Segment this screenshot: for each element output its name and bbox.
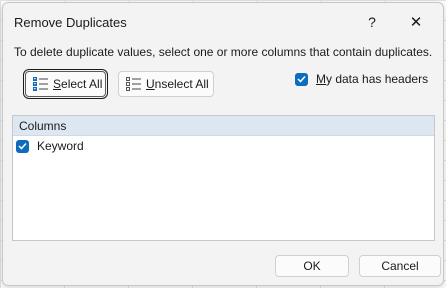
select-all-icon bbox=[33, 77, 48, 91]
ok-button[interactable]: OK bbox=[275, 255, 349, 277]
unselect-all-icon bbox=[126, 77, 141, 91]
my-data-has-headers-label: My data has headers bbox=[316, 72, 429, 86]
help-icon: ? bbox=[368, 14, 376, 30]
column-label: Keyword bbox=[37, 139, 84, 153]
columns-header: Columns bbox=[13, 116, 434, 136]
title-bar: Remove Duplicates ? ✕ bbox=[3, 3, 443, 41]
close-icon: ✕ bbox=[409, 14, 423, 31]
list-item[interactable]: Keyword bbox=[13, 136, 434, 156]
help-button[interactable]: ? bbox=[355, 7, 389, 37]
checkbox-checked-icon[interactable] bbox=[16, 139, 29, 153]
unselect-all-button[interactable]: Unselect All bbox=[118, 71, 214, 97]
my-data-has-headers-checkbox[interactable]: My data has headers bbox=[295, 72, 428, 86]
columns-list[interactable]: Columns Keyword bbox=[12, 115, 435, 241]
unselect-all-label: Unselect All bbox=[146, 77, 209, 91]
checkbox-checked-icon bbox=[295, 72, 308, 86]
instruction-text: To delete duplicate values, select one o… bbox=[14, 45, 433, 59]
cancel-button[interactable]: Cancel bbox=[359, 255, 441, 277]
remove-duplicates-dialog: Remove Duplicates ? ✕ To delete duplicat… bbox=[2, 2, 444, 286]
select-all-button[interactable]: Select All bbox=[23, 69, 108, 99]
select-all-label: Select All bbox=[53, 77, 103, 91]
dialog-title: Remove Duplicates bbox=[14, 15, 127, 30]
close-button[interactable]: ✕ bbox=[399, 7, 433, 37]
